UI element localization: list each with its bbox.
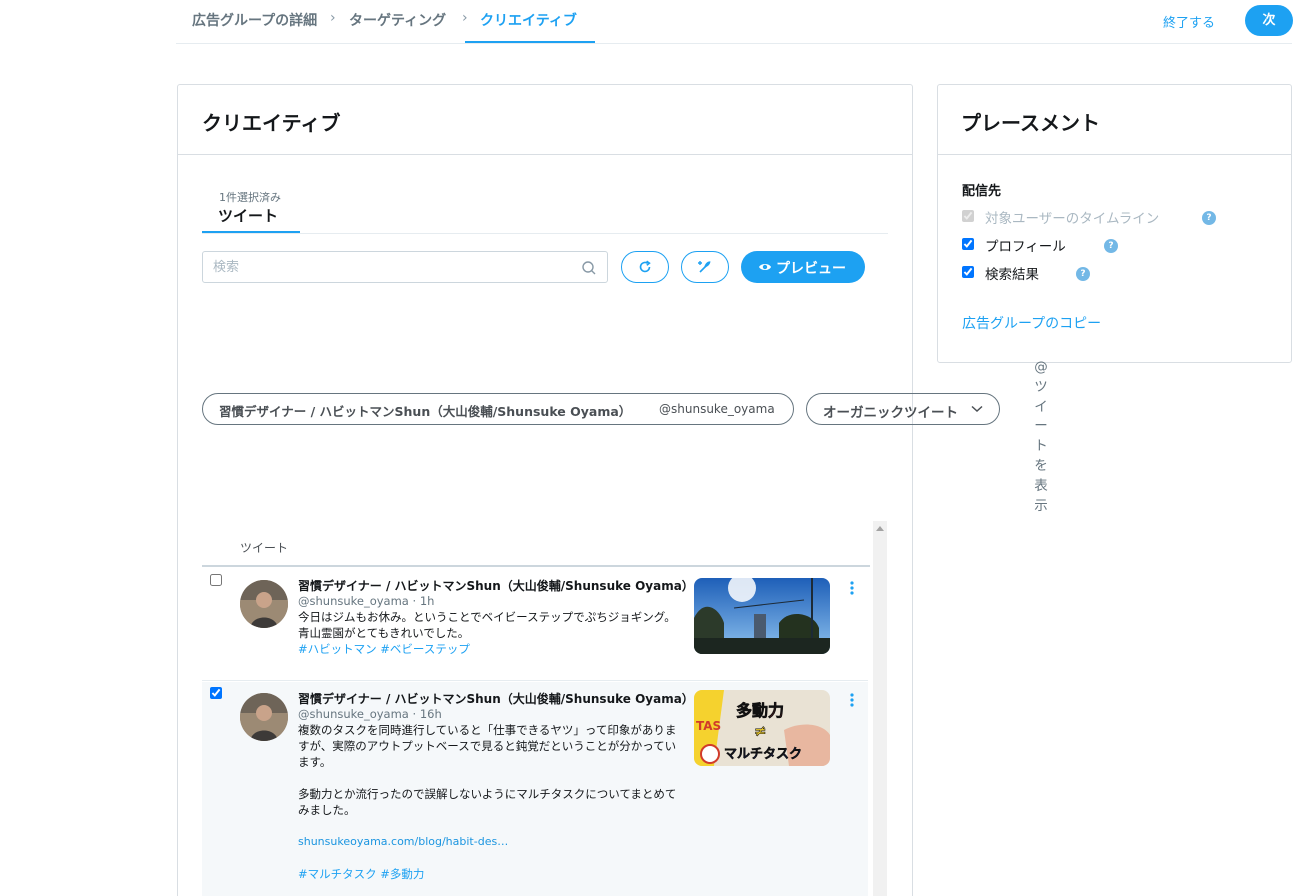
vertical-char: を bbox=[1034, 457, 1048, 474]
active-step-underline bbox=[465, 41, 595, 43]
breadcrumb-targeting[interactable]: ターゲティング bbox=[349, 10, 446, 30]
feather-icon bbox=[698, 261, 711, 273]
tweet-time: 16h bbox=[419, 707, 442, 721]
tweet-hashtags[interactable]: #マルチタスク #多動力 bbox=[298, 866, 424, 882]
column-header-tweet: ツイート bbox=[240, 541, 289, 555]
vertical-char: 示 bbox=[1034, 497, 1048, 514]
tweet-list-scrollbar[interactable] bbox=[873, 521, 887, 896]
tweet-meta: @shunsuke_oyama · 1h bbox=[298, 594, 435, 608]
avatar bbox=[240, 580, 288, 628]
account-handle: @shunsuke_oyama bbox=[659, 402, 775, 416]
account-selector[interactable]: 習慣デザイナー / ハビットマンShun（大山俊輔/Shunsuke Oyama… bbox=[202, 393, 794, 425]
tweet-hashtags[interactable]: #ハビットマン #ベビーステップ bbox=[298, 641, 470, 657]
tweet-link[interactable]: shunsukeoyama.com/blog/habit-des… bbox=[298, 835, 508, 848]
next-button[interactable]: 次 bbox=[1245, 5, 1293, 36]
selected-count-label: 1件選択済み bbox=[219, 191, 281, 204]
vertical-char: ー bbox=[1034, 418, 1048, 435]
tweet-type-label: オーガニックツイート bbox=[823, 405, 958, 421]
creative-panel-header: クリエイティブ bbox=[178, 85, 912, 155]
tweet-meta: @shunsuke_oyama · 16h bbox=[298, 707, 442, 721]
thumbnail-text-bottom: マルチタスク bbox=[724, 747, 802, 762]
tweet-text-paragraph-2: 多動力とか流行ったので誤解しないようにマルチタスクについてまとめてみました。 bbox=[298, 787, 677, 817]
tweet-select-checkbox[interactable] bbox=[210, 574, 222, 586]
thumbnail-text-mid: ≠ bbox=[754, 722, 767, 740]
tab-tweets[interactable]: ツイート bbox=[218, 205, 278, 226]
timeline-checkbox bbox=[962, 210, 974, 222]
profile-label[interactable]: プロフィール bbox=[985, 235, 1066, 255]
finish-link[interactable]: 終了する bbox=[1163, 12, 1215, 31]
tweet-time: 1h bbox=[419, 594, 435, 608]
top-navigation-bar: 広告グループの詳細 › ターゲティング › クリエイティブ 終了する 次 bbox=[176, 0, 1293, 44]
search-results-label[interactable]: 検索結果 bbox=[985, 263, 1039, 283]
help-icon[interactable]: ? bbox=[1104, 239, 1118, 253]
more-options-icon[interactable] bbox=[848, 692, 856, 708]
profile-checkbox[interactable] bbox=[962, 238, 974, 250]
tweet-table-header: ツイート bbox=[202, 522, 870, 567]
timeline-label: 対象ユーザーのタイムライン bbox=[985, 211, 1160, 227]
breadcrumb-separator: › bbox=[330, 10, 336, 26]
breadcrumb-creative[interactable]: クリエイティブ bbox=[480, 10, 577, 30]
preview-button[interactable]: プレビュー bbox=[741, 251, 865, 283]
preview-button-label: プレビュー bbox=[776, 261, 846, 277]
tweet-text: 複数のタスクを同時進行していると「仕事できるヤツ」って印象がありますが、実際のア… bbox=[298, 723, 677, 769]
tweet-type-dropdown[interactable]: オーガニックツイート bbox=[806, 393, 1000, 425]
creative-tabs: 1件選択済み ツイート bbox=[202, 184, 888, 234]
vertical-char: ツ bbox=[1034, 378, 1048, 395]
copy-ad-group-link[interactable]: 広告グループのコピー bbox=[962, 313, 1101, 333]
avatar bbox=[240, 693, 288, 741]
table-row[interactable]: 習慣デザイナー / ハビットマンShun（大山俊輔/Shunsuke Oyama… bbox=[202, 682, 868, 896]
creative-panel: クリエイティブ 1件選択済み ツイート プレビュー 習慣デザイ bbox=[177, 84, 1000, 896]
account-name: 習慣デザイナー / ハビットマンShun（大山俊輔/Shunsuke Oyama… bbox=[219, 404, 632, 419]
vertical-char: @ bbox=[1034, 359, 1048, 375]
tweet-text: 今日はジムもお休み。ということでベイビーステップでぷちジョギング。青山霊園がとて… bbox=[298, 610, 676, 640]
refresh-button[interactable] bbox=[621, 251, 669, 283]
refresh-icon bbox=[639, 260, 651, 273]
tweet-author-name: 習慣デザイナー / ハビットマンShun（大山俊輔/Shunsuke Oyama… bbox=[298, 579, 694, 593]
placement-panel-title: プレースメント bbox=[961, 111, 1100, 135]
eye-icon bbox=[759, 264, 771, 270]
search-input[interactable] bbox=[213, 258, 563, 276]
help-icon[interactable]: ? bbox=[1202, 211, 1216, 225]
thumbnail-text-top: 多動力 bbox=[736, 701, 784, 720]
more-options-icon[interactable] bbox=[848, 580, 856, 596]
tweet-handle: @shunsuke_oyama bbox=[298, 594, 409, 608]
vertical-char: ト bbox=[1034, 438, 1048, 455]
search-results-checkbox[interactable] bbox=[962, 266, 974, 278]
placement-panel-header: プレースメント bbox=[938, 85, 1291, 155]
creative-panel-title: クリエイティブ bbox=[202, 111, 341, 135]
vertical-char: 表 bbox=[1034, 477, 1048, 494]
placement-panel: プレースメント 配信先 対象ユーザーのタイムライン ? プロフィール ? 検索結… bbox=[937, 84, 1292, 363]
thumbnail-corner-text: TAS bbox=[696, 719, 721, 733]
table-row[interactable]: 習慣デザイナー / ハビットマンShun（大山俊輔/Shunsuke Oyama… bbox=[202, 569, 868, 681]
tweet-media-image[interactable]: TAS 多動力 ≠ マルチタスク bbox=[694, 690, 830, 766]
scroll-up-arrow-icon[interactable] bbox=[876, 526, 884, 531]
tweet-media-image[interactable] bbox=[694, 578, 830, 654]
tweet-author-name: 習慣デザイナー / ハビットマンShun（大山俊輔/Shunsuke Oyama… bbox=[298, 692, 694, 706]
tweet-search-box[interactable] bbox=[202, 251, 608, 283]
tweet-handle: @shunsuke_oyama bbox=[298, 707, 409, 721]
tweet-select-checkbox[interactable] bbox=[210, 687, 222, 699]
vertical-char: イ bbox=[1034, 398, 1048, 415]
chevron-down-icon bbox=[971, 405, 983, 413]
tab-active-indicator bbox=[202, 231, 300, 233]
breadcrumb-separator: › bbox=[462, 10, 468, 26]
breadcrumb-ad-group-details[interactable]: 広告グループの詳細 bbox=[192, 10, 317, 30]
vertical-show-tweet-text: @ ツ イ ー ト を 表 示 bbox=[1033, 358, 1049, 516]
search-icon[interactable] bbox=[581, 260, 597, 276]
help-icon[interactable]: ? bbox=[1076, 267, 1090, 281]
compose-tweet-button[interactable] bbox=[681, 251, 729, 283]
destination-label: 配信先 bbox=[962, 184, 1002, 199]
